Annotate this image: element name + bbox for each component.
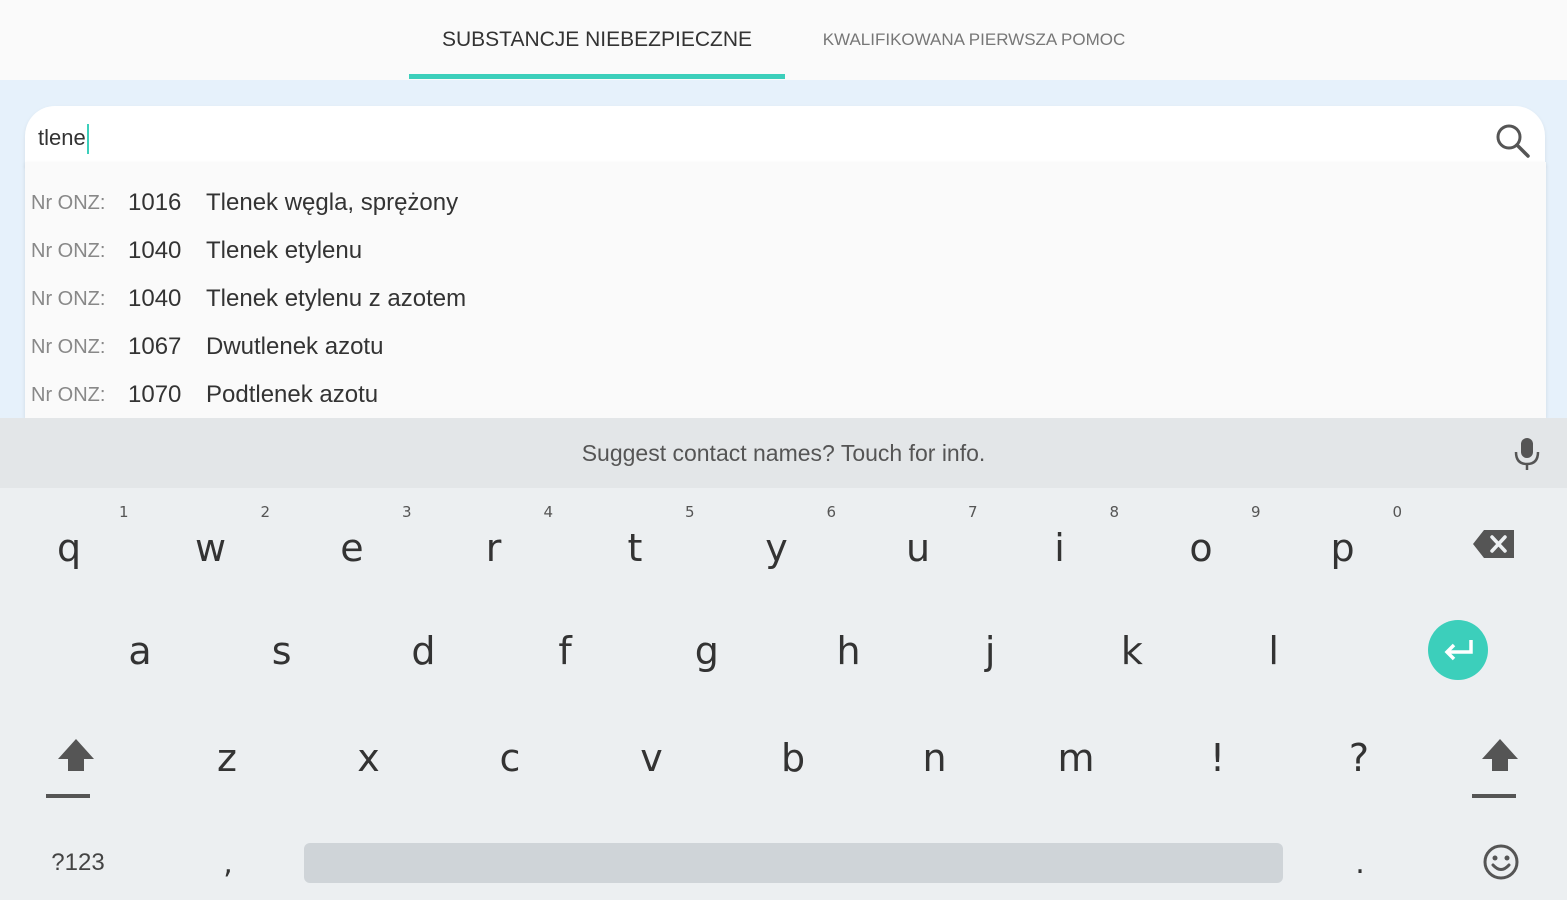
key-v[interactable]: v bbox=[612, 723, 692, 793]
on-screen-keyboard: Suggest contact names? Touch for info. q… bbox=[0, 418, 1567, 900]
key-question[interactable]: ? bbox=[1319, 723, 1399, 793]
key-n[interactable]: n bbox=[895, 723, 975, 793]
keyboard-suggestion-bar[interactable]: Suggest contact names? Touch for info. bbox=[0, 418, 1567, 488]
enter-button[interactable] bbox=[1428, 620, 1488, 680]
un-number-label: Nr ONZ: bbox=[31, 335, 106, 358]
key-s[interactable]: s bbox=[242, 616, 322, 686]
key-i[interactable]: i bbox=[1020, 513, 1100, 583]
un-number-label: Nr ONZ: bbox=[31, 383, 106, 406]
key-hint-o: 9 bbox=[1251, 503, 1261, 521]
shift-right-indicator bbox=[1472, 794, 1516, 798]
key-hint-u: 7 bbox=[968, 503, 978, 521]
suggestion-item[interactable]: Nr ONZ: 1040 Tlenek etylenu z azotem bbox=[25, 275, 1546, 323]
key-hint-r: 4 bbox=[543, 503, 554, 521]
un-number: 1016 bbox=[128, 189, 182, 216]
microphone-icon[interactable] bbox=[1512, 436, 1542, 472]
key-o[interactable]: o bbox=[1161, 513, 1241, 583]
suggestion-item[interactable]: Nr ONZ: 1067 Dwutlenek azotu bbox=[25, 323, 1546, 371]
key-y[interactable]: y bbox=[737, 513, 817, 583]
backspace-icon[interactable] bbox=[1472, 528, 1516, 560]
key-l[interactable]: l bbox=[1234, 616, 1314, 686]
search-icon[interactable] bbox=[1492, 120, 1532, 160]
key-a[interactable]: a bbox=[100, 616, 180, 686]
key-d[interactable]: d bbox=[383, 616, 463, 686]
key-hint-q: 1 bbox=[119, 503, 129, 521]
search-input[interactable]: tlene bbox=[38, 124, 89, 154]
substance-name: Podtlenek azotu bbox=[206, 381, 379, 408]
substance-name: Tlenek węgla, sprężony bbox=[206, 189, 459, 216]
spacebar[interactable] bbox=[304, 843, 1283, 883]
key-hint-e: 3 bbox=[402, 503, 412, 521]
comma-key[interactable]: , bbox=[208, 838, 248, 888]
key-x[interactable]: x bbox=[329, 723, 409, 793]
suggestion-item[interactable]: Nr ONZ: 1070 Podtlenek azotu bbox=[25, 371, 1546, 418]
key-q[interactable]: q bbox=[29, 513, 109, 583]
key-h[interactable]: h bbox=[809, 616, 889, 686]
key-hint-y: 6 bbox=[826, 503, 837, 521]
suggestion-item[interactable]: Nr ONZ: 1040 Tlenek etylenu bbox=[25, 227, 1546, 275]
key-k[interactable]: k bbox=[1092, 616, 1172, 686]
key-hint-p: 0 bbox=[1392, 503, 1403, 521]
key-f[interactable]: f bbox=[525, 616, 605, 686]
active-tab-indicator bbox=[409, 74, 785, 79]
key-hint-w: 2 bbox=[260, 503, 271, 521]
enter-arrow-icon bbox=[1444, 640, 1473, 661]
symbols-key[interactable]: ?123 bbox=[30, 843, 126, 883]
un-number: 1040 bbox=[128, 237, 182, 264]
shift-left-icon[interactable] bbox=[54, 735, 98, 785]
key-e[interactable]: e bbox=[312, 513, 392, 583]
search-field[interactable] bbox=[25, 106, 1545, 166]
text-caret bbox=[86, 124, 89, 154]
search-input-value: tlene bbox=[38, 124, 86, 150]
key-r[interactable]: r bbox=[454, 513, 534, 583]
un-number-label: Nr ONZ: bbox=[31, 239, 106, 262]
un-number-label: Nr ONZ: bbox=[31, 287, 106, 310]
shift-right-icon[interactable] bbox=[1478, 735, 1522, 785]
key-c[interactable]: c bbox=[470, 723, 550, 793]
un-number: 1070 bbox=[128, 381, 182, 408]
substance-name: Tlenek etylenu z azotem bbox=[206, 285, 467, 312]
un-number: 1040 bbox=[128, 285, 182, 312]
key-z[interactable]: z bbox=[187, 723, 267, 793]
un-number-label: Nr ONZ: bbox=[31, 191, 106, 214]
key-p[interactable]: p bbox=[1303, 513, 1383, 583]
key-u[interactable]: u bbox=[878, 513, 958, 583]
key-hint-t: 5 bbox=[685, 503, 695, 521]
key-hint-i: 8 bbox=[1109, 503, 1120, 521]
key-w[interactable]: w bbox=[171, 513, 251, 583]
key-b[interactable]: b bbox=[753, 723, 833, 793]
un-number: 1067 bbox=[128, 333, 182, 360]
suggestion-item[interactable]: Nr ONZ: 1016 Tlenek węgla, sprężony bbox=[25, 179, 1546, 227]
tab-hazardous-substances[interactable]: SUBSTANCJE NIEBEZPIECZNE bbox=[409, 0, 785, 80]
key-m[interactable]: m bbox=[1036, 723, 1116, 793]
suggestion-text: Suggest contact names? Touch for info. bbox=[581, 440, 986, 466]
key-t[interactable]: t bbox=[595, 513, 675, 583]
tab-bar: SUBSTANCJE NIEBEZPIECZNE KWALIFIKOWANA P… bbox=[0, 0, 1567, 80]
key-exclamation[interactable]: ! bbox=[1178, 723, 1258, 793]
key-g[interactable]: g bbox=[667, 616, 747, 686]
shift-left-indicator bbox=[46, 794, 90, 798]
substance-name: Dwutlenek azotu bbox=[206, 333, 384, 360]
substance-name: Tlenek etylenu bbox=[206, 237, 363, 264]
tab-first-aid[interactable]: KWALIFIKOWANA PIERWSZA POMOC bbox=[785, 0, 1163, 80]
emoji-icon[interactable] bbox=[1482, 843, 1520, 881]
suggestion-dropdown: Nr ONZ: 1016 Tlenek węgla, sprężony Nr O… bbox=[25, 162, 1546, 418]
key-j[interactable]: j bbox=[950, 616, 1030, 686]
period-key[interactable]: . bbox=[1340, 838, 1380, 888]
